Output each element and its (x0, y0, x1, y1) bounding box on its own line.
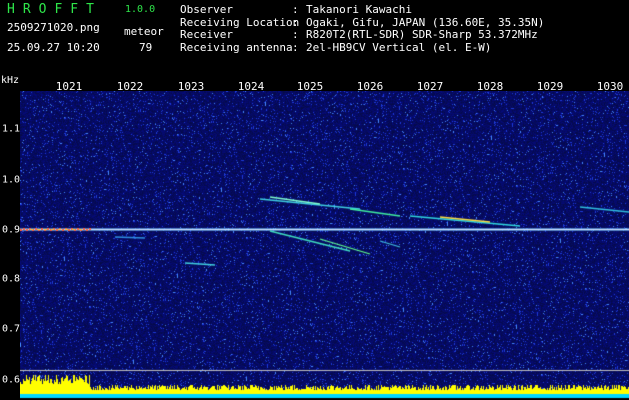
spectrogram-panel (20, 91, 629, 400)
freq-tick-label: 1.0 (2, 174, 21, 186)
info-row-antenna: Receiving antenna: 2el-HB9CV Vertical (el… (180, 40, 492, 54)
meteor-count: 79 (139, 41, 153, 54)
freq-tick-label: 0.6 (2, 374, 21, 386)
file-name: 2509271020.png (7, 21, 100, 34)
freq-tick-label: 0.8 (2, 273, 21, 285)
app-version: 1.0.0 (125, 4, 156, 15)
meteor-label: meteor (124, 25, 164, 38)
station-info: Observer: Takanori Kawachi Receiving Loca… (180, 3, 544, 54)
header-panel: HROFFT 1.0.0 2509271020.png 25.09.27 10:… (0, 0, 629, 80)
freq-unit-label: kHz (1, 75, 20, 86)
freq-tick-label: 1.1 (2, 123, 21, 135)
freq-tick-label: 0.7 (2, 323, 21, 335)
file-datetime: 25.09.27 10:20 (7, 41, 100, 54)
spectrogram-canvas (20, 91, 629, 400)
app-logo: HROFFT (7, 2, 102, 17)
freq-tick-label: 0.9 (2, 224, 21, 236)
